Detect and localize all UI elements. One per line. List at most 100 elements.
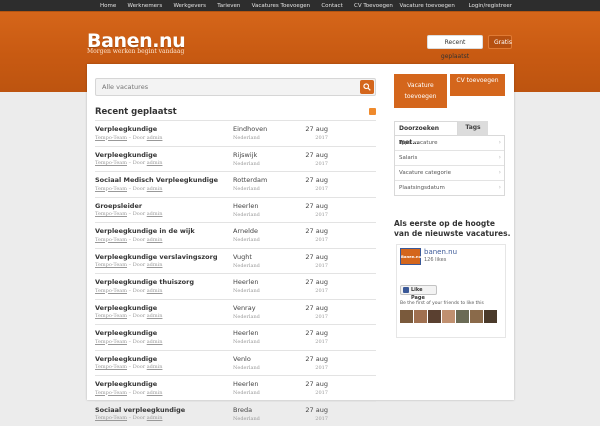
job-author[interactable]: admin: [147, 186, 163, 192]
facebook-page-name[interactable]: banen.nu: [424, 248, 457, 256]
job-row[interactable]: VerpleegkundigeTempo-Team – Door adminHe…: [95, 324, 376, 350]
job-author[interactable]: admin: [147, 135, 163, 141]
job-agency[interactable]: Tempo-Team: [95, 211, 127, 217]
add-vacancy-button[interactable]: Vacature toevoegen: [394, 74, 447, 108]
job-author[interactable]: admin: [147, 415, 163, 421]
filter-plaatsingsdatum[interactable]: Plaatsingsdatum›: [395, 181, 504, 195]
job-row[interactable]: Sociaal Medisch Verpleegkundige Tempo-Tea…: [95, 171, 376, 197]
nav-vacature-toevoegen[interactable]: Vacature toevoegen: [400, 3, 455, 9]
rss-icon[interactable]: [369, 108, 376, 115]
job-city: Vught: [233, 253, 252, 261]
job-title[interactable]: Verpleegkundige thuiszorg: [95, 278, 194, 286]
job-title[interactable]: Verpleegkundige: [95, 380, 157, 388]
job-agency[interactable]: Tempo-Team: [95, 339, 127, 345]
nav-vacatures-toevoegen[interactable]: Vacatures Toevoegen: [252, 3, 310, 9]
nav-werkgevers[interactable]: Werkgevers: [173, 3, 206, 9]
job-title[interactable]: Verpleegkundige: [95, 329, 157, 337]
friend-avatar[interactable]: [442, 310, 455, 323]
job-list: VerpleegkundigeTempo-Team – Door adminEi…: [95, 120, 376, 426]
recent-posted-button[interactable]: Recent geplaatst: [427, 35, 483, 49]
job-author[interactable]: admin: [147, 237, 163, 243]
job-row[interactable]: VerpleegkundigeTempo-Team – Door adminVe…: [95, 350, 376, 376]
job-city: Venray: [233, 304, 256, 312]
job-agency[interactable]: Tempo-Team: [95, 160, 127, 166]
job-title[interactable]: Sociaal Medisch Verpleegkundige: [95, 176, 218, 184]
job-agency[interactable]: Tempo-Team: [95, 186, 127, 192]
nav-werknemers[interactable]: Werknemers: [128, 3, 163, 9]
tab-tags[interactable]: Tags: [458, 121, 488, 135]
friend-avatar[interactable]: [428, 310, 441, 323]
job-row[interactable]: Verpleegkundige thuiszorgTempo-Team – Do…: [95, 273, 376, 299]
job-country: Nederland: [233, 135, 260, 141]
job-title[interactable]: Verpleegkundige in de wijk: [95, 227, 195, 235]
job-row[interactable]: VerpleegkundigeTempo-Team – Door adminEi…: [95, 120, 376, 146]
facebook-page-logo[interactable]: Banen.nu: [400, 248, 421, 265]
filter-label: Salaris: [399, 155, 417, 161]
job-agency[interactable]: Tempo-Team: [95, 415, 127, 421]
facebook-like-button[interactable]: Like Page: [400, 285, 437, 295]
job-author[interactable]: admin: [147, 288, 163, 294]
promo-line-2: van de nieuwste vacatures.: [394, 229, 510, 238]
job-country: Nederland: [233, 161, 260, 167]
job-row[interactable]: VerpleegkundigeTempo-Team – Door adminRi…: [95, 146, 376, 172]
tab-doorzoeken[interactable]: Doorzoeken met...: [394, 121, 458, 135]
job-meta: Tempo-Team – Door admin: [95, 364, 162, 370]
job-agency[interactable]: Tempo-Team: [95, 313, 127, 319]
job-author[interactable]: admin: [147, 339, 163, 345]
job-row[interactable]: GroepsleiderTempo-Team – Door adminHeerl…: [95, 197, 376, 223]
friend-avatar[interactable]: [414, 310, 427, 323]
job-row[interactable]: VerpleegkundigeTempo-Team – Door adminVe…: [95, 299, 376, 325]
job-title[interactable]: Verpleegkundige verslavingszorg: [95, 253, 217, 261]
filter-type-vacature[interactable]: Type vacature›: [395, 136, 504, 151]
search-button[interactable]: [360, 80, 374, 94]
friend-avatar[interactable]: [470, 310, 483, 323]
filter-vacature-categorie[interactable]: Vacature categorie›: [395, 166, 504, 181]
job-meta: Tempo-Team – Door admin: [95, 390, 162, 396]
job-date: 27 aug: [305, 329, 328, 337]
job-by: Door: [133, 211, 145, 217]
job-row[interactable]: VerpleegkundigeTempo-Team – Door adminHe…: [95, 375, 376, 401]
job-city: Heerlen: [233, 329, 258, 337]
nav-tarieven[interactable]: Tarieven: [217, 3, 240, 9]
job-title[interactable]: Groepsleider: [95, 202, 142, 210]
job-author[interactable]: admin: [147, 211, 163, 217]
job-agency[interactable]: Tempo-Team: [95, 262, 127, 268]
job-title[interactable]: Verpleegkundige: [95, 355, 157, 363]
job-title[interactable]: Sociaal verpleegkundige: [95, 406, 185, 414]
add-cv-button[interactable]: CV toevoegen: [450, 74, 505, 96]
main-nav: Home Werknemers Werkgevers Tarieven Vaca…: [100, 3, 402, 9]
search-input[interactable]: [99, 81, 355, 93]
job-author[interactable]: admin: [147, 390, 163, 396]
search-icon: [363, 83, 371, 91]
job-city: Eindhoven: [233, 125, 267, 133]
top-navigation-bar: Home Werknemers Werkgevers Tarieven Vaca…: [0, 0, 600, 12]
job-meta: Tempo-Team – Door admin: [95, 211, 162, 217]
filter-list: Type vacature› Salaris› Vacature categor…: [394, 135, 505, 196]
job-agency[interactable]: Tempo-Team: [95, 288, 127, 294]
job-agency[interactable]: Tempo-Team: [95, 135, 127, 141]
job-row[interactable]: Sociaal verpleegkundigeTempo-Team – Door…: [95, 401, 376, 426]
job-author[interactable]: admin: [147, 364, 163, 370]
filter-salaris[interactable]: Salaris›: [395, 151, 504, 166]
job-year: 2017: [315, 237, 328, 243]
job-agency[interactable]: Tempo-Team: [95, 364, 127, 370]
job-row[interactable]: Verpleegkundige verslavingszorgTempo-Tea…: [95, 248, 376, 274]
job-author[interactable]: admin: [147, 262, 163, 268]
gratis-button[interactable]: Gratis: [488, 35, 512, 49]
job-agency[interactable]: Tempo-Team: [95, 237, 127, 243]
job-title[interactable]: Verpleegkundige: [95, 125, 157, 133]
job-by: Door: [133, 390, 145, 396]
friend-avatar[interactable]: [400, 310, 413, 323]
friend-avatar[interactable]: [484, 310, 497, 323]
job-author[interactable]: admin: [147, 313, 163, 319]
nav-login-register[interactable]: Login/registreer: [469, 3, 512, 9]
job-title[interactable]: Verpleegkundige: [95, 151, 157, 159]
job-author[interactable]: admin: [147, 160, 163, 166]
friend-avatar[interactable]: [456, 310, 469, 323]
job-title[interactable]: Verpleegkundige: [95, 304, 157, 312]
job-row[interactable]: Verpleegkundige in de wijkTempo-Team – D…: [95, 222, 376, 248]
nav-home[interactable]: Home: [100, 3, 116, 9]
nav-contact[interactable]: Contact: [321, 3, 342, 9]
job-agency[interactable]: Tempo-Team: [95, 390, 127, 396]
job-by: Door: [133, 262, 145, 268]
